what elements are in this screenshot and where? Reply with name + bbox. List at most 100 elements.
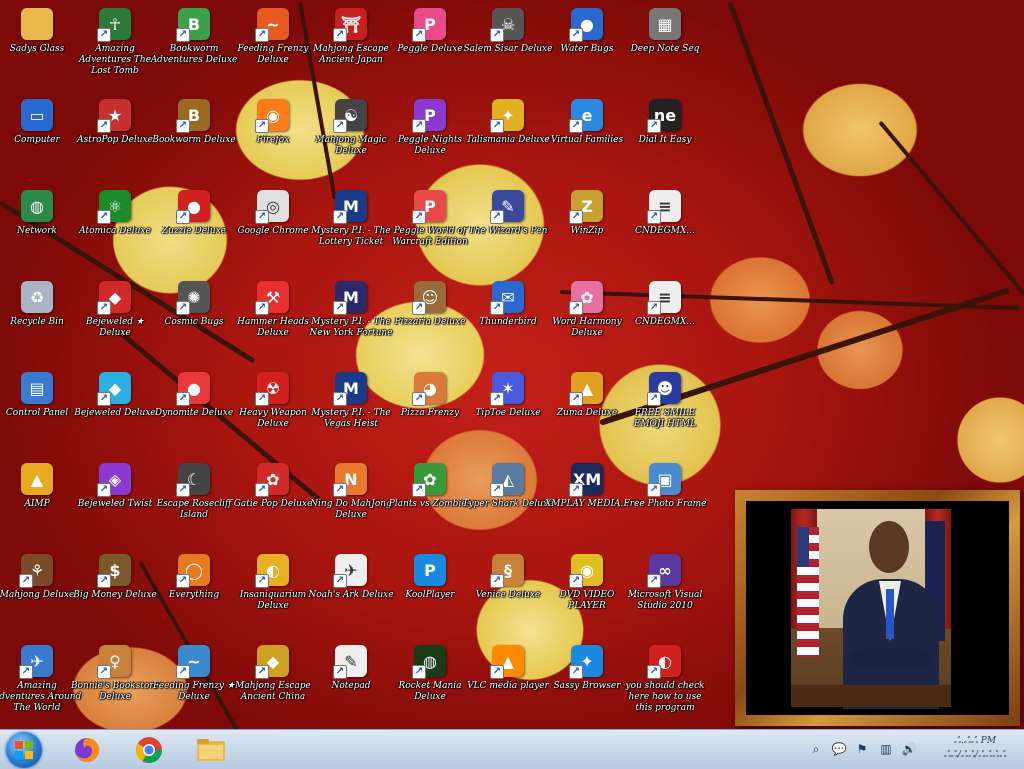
game-icon: ⚛ ↗ bbox=[97, 190, 131, 224]
shortcut-arrow-icon: ↗ bbox=[333, 392, 347, 406]
messenger-tray-icon[interactable]: 💬 bbox=[831, 741, 847, 757]
desktop-icon[interactable]: ☻ ↗ FREE SMILE EMOJI HTML bbox=[619, 366, 711, 454]
desktop-icon-label: FREE SMILE EMOJI HTML bbox=[633, 408, 697, 429]
shortcut-arrow-icon: ↗ bbox=[490, 483, 504, 497]
photo bbox=[746, 501, 1009, 715]
game-icon: ◭ ↗ bbox=[490, 463, 524, 497]
shortcut-arrow-icon: ↗ bbox=[255, 301, 269, 315]
game-icon: ✿ ↗ bbox=[569, 281, 603, 315]
shortcut-arrow-icon: ↗ bbox=[412, 119, 426, 133]
clock[interactable]: ஃ.ஃஃ PM ஃஃ/ஃஃ/ஃஃஃஃ bbox=[935, 734, 1015, 762]
app-icon: ▦ bbox=[649, 8, 681, 40]
shortcut-arrow-icon: ↗ bbox=[176, 665, 190, 679]
shortcut-arrow-icon: ↗ bbox=[490, 210, 504, 224]
game-icon: ◆ ↗ bbox=[97, 372, 131, 406]
shortcut-arrow-icon: ↗ bbox=[333, 574, 347, 588]
shortcut-arrow-icon: ↗ bbox=[176, 119, 190, 133]
desktop-background: Sadys Glass ☥ ↗ Amazing Adventures The Lost… bbox=[0, 0, 1024, 729]
game-icon: ✦ ↗ bbox=[490, 99, 524, 133]
game-icon: ▲ ↗ bbox=[569, 372, 603, 406]
shortcut-arrow-icon: ↗ bbox=[333, 210, 347, 224]
chrome-icon bbox=[135, 737, 163, 764]
game-icon: ⛩ ↗ bbox=[333, 8, 367, 42]
desktop-icon[interactable]: ▣ ↗ Free Photo Frame bbox=[619, 457, 711, 545]
shortcut-arrow-icon: ↗ bbox=[19, 665, 33, 679]
shortcut-arrow-icon: ↗ bbox=[333, 28, 347, 42]
windows-logo-icon bbox=[15, 741, 33, 759]
shortcut-arrow-icon: ↗ bbox=[412, 210, 426, 224]
desktop-icon[interactable]: ≡ ↗ CNDEGMX... bbox=[619, 275, 711, 363]
network-icon: ◍ bbox=[21, 190, 53, 222]
fish-game-icon: ~ ↗ bbox=[255, 8, 289, 42]
shortcut-arrow-icon: ↗ bbox=[569, 665, 583, 679]
shortcut-arrow-icon: ↗ bbox=[412, 665, 426, 679]
shortcut-arrow-icon: ↗ bbox=[490, 28, 504, 42]
game-icon: ~ ↗ bbox=[176, 645, 210, 679]
photo-frame-icon: ▣ ↗ bbox=[647, 463, 681, 497]
game-icon: ● ↗ bbox=[569, 8, 603, 42]
desktop-icon-label: CNDEGMX... bbox=[635, 226, 695, 236]
desktop-icon[interactable]: ▦ Deep Note Seq bbox=[619, 2, 711, 90]
control-panel-icon: ▤ bbox=[21, 372, 53, 404]
start-button[interactable] bbox=[6, 732, 42, 768]
game-icon: ☢ ↗ bbox=[255, 372, 289, 406]
game-icon: B ↗ bbox=[176, 8, 210, 42]
firefox-icon bbox=[75, 737, 100, 762]
game-icon: $ ↗ bbox=[97, 554, 131, 588]
firefox-taskbar-button[interactable] bbox=[70, 733, 104, 767]
game-icon: P ↗ bbox=[412, 8, 446, 42]
shortcut-arrow-icon: ↗ bbox=[255, 392, 269, 406]
game-icon: P ↗ bbox=[412, 190, 446, 224]
chrome-taskbar-button[interactable] bbox=[132, 733, 166, 767]
shortcut-arrow-icon: ↗ bbox=[97, 301, 111, 315]
shortcut-arrow-icon: ↗ bbox=[490, 574, 504, 588]
document-icon: ≡ ↗ bbox=[647, 190, 681, 224]
shortcut-arrow-icon: ↗ bbox=[333, 665, 347, 679]
shortcut-arrow-icon: ↗ bbox=[647, 119, 661, 133]
shortcut-arrow-icon: ↗ bbox=[97, 392, 111, 406]
taskbar: ⌕ 💬 ⚑ ▥ 🔊 ஃ.ஃஃ PM ஃஃ/ஃஃ/ஃஃஃஃ bbox=[0, 729, 1024, 769]
desktop-icon[interactable]: ≡ ↗ CNDEGMX... bbox=[619, 184, 711, 272]
game-icon: ★ ↗ bbox=[97, 99, 131, 133]
game-icon: ☾ ↗ bbox=[176, 463, 210, 497]
emoji-icon: ☻ ↗ bbox=[647, 372, 681, 406]
game-icon: ◈ ↗ bbox=[97, 463, 131, 497]
shortcut-arrow-icon: ↗ bbox=[176, 210, 190, 224]
desktop-icon-label: you should check here how to use this pr… bbox=[625, 681, 705, 713]
shortcut-arrow-icon: ↗ bbox=[647, 483, 661, 497]
shortcut-arrow-icon: ↗ bbox=[569, 119, 583, 133]
game-icon: e ↗ bbox=[569, 99, 603, 133]
flag-tray-icon[interactable]: ⚑ bbox=[854, 741, 870, 757]
game-icon: ◍ ↗ bbox=[412, 645, 446, 679]
chrome-icon: ◎ ↗ bbox=[255, 190, 289, 224]
desktop-icon[interactable]: ∞ ↗ Microsoft Visual Studio 2010 bbox=[619, 548, 711, 636]
desktop-icon[interactable]: ◐ ↗ you should check here how to use this … bbox=[619, 639, 711, 727]
shortcut-arrow-icon: ↗ bbox=[569, 574, 583, 588]
shortcut-arrow-icon: ↗ bbox=[647, 574, 661, 588]
visual-studio-icon: ∞ ↗ bbox=[647, 554, 681, 588]
shortcut-arrow-icon: ↗ bbox=[255, 119, 269, 133]
game-icon: B ↗ bbox=[176, 99, 210, 133]
game-icon: ⚒ ↗ bbox=[255, 281, 289, 315]
network-tray-icon[interactable]: ▥ bbox=[878, 741, 894, 757]
shortcut-arrow-icon: ↗ bbox=[569, 301, 583, 315]
shortcut-arrow-icon: ↗ bbox=[490, 301, 504, 315]
shortcut-arrow-icon: ↗ bbox=[333, 301, 347, 315]
us-flag-image bbox=[797, 527, 819, 657]
shortcut-arrow-icon: ↗ bbox=[412, 483, 426, 497]
game-icon: ✿ ↗ bbox=[255, 463, 289, 497]
browser-icon: ✦ ↗ bbox=[569, 645, 603, 679]
explorer-taskbar-button[interactable] bbox=[194, 733, 228, 767]
search-icon: ◯ ↗ bbox=[176, 554, 210, 588]
aimp-icon: ▲ bbox=[21, 463, 53, 495]
photo-frame-widget[interactable] bbox=[735, 490, 1020, 726]
game-icon: ☠ ↗ bbox=[490, 8, 524, 42]
volume-tray-icon[interactable]: 🔊 bbox=[901, 741, 917, 757]
folder-icon bbox=[197, 739, 225, 761]
shortcut-arrow-icon: ↗ bbox=[412, 28, 426, 42]
shortcut-arrow-icon: ↗ bbox=[569, 210, 583, 224]
desktop-icon[interactable]: ne ↗ Dial It Easy bbox=[619, 93, 711, 181]
app-icon: ne ↗ bbox=[647, 99, 681, 133]
game-icon: ● ↗ bbox=[176, 372, 210, 406]
search-tray-icon[interactable]: ⌕ bbox=[808, 741, 824, 757]
